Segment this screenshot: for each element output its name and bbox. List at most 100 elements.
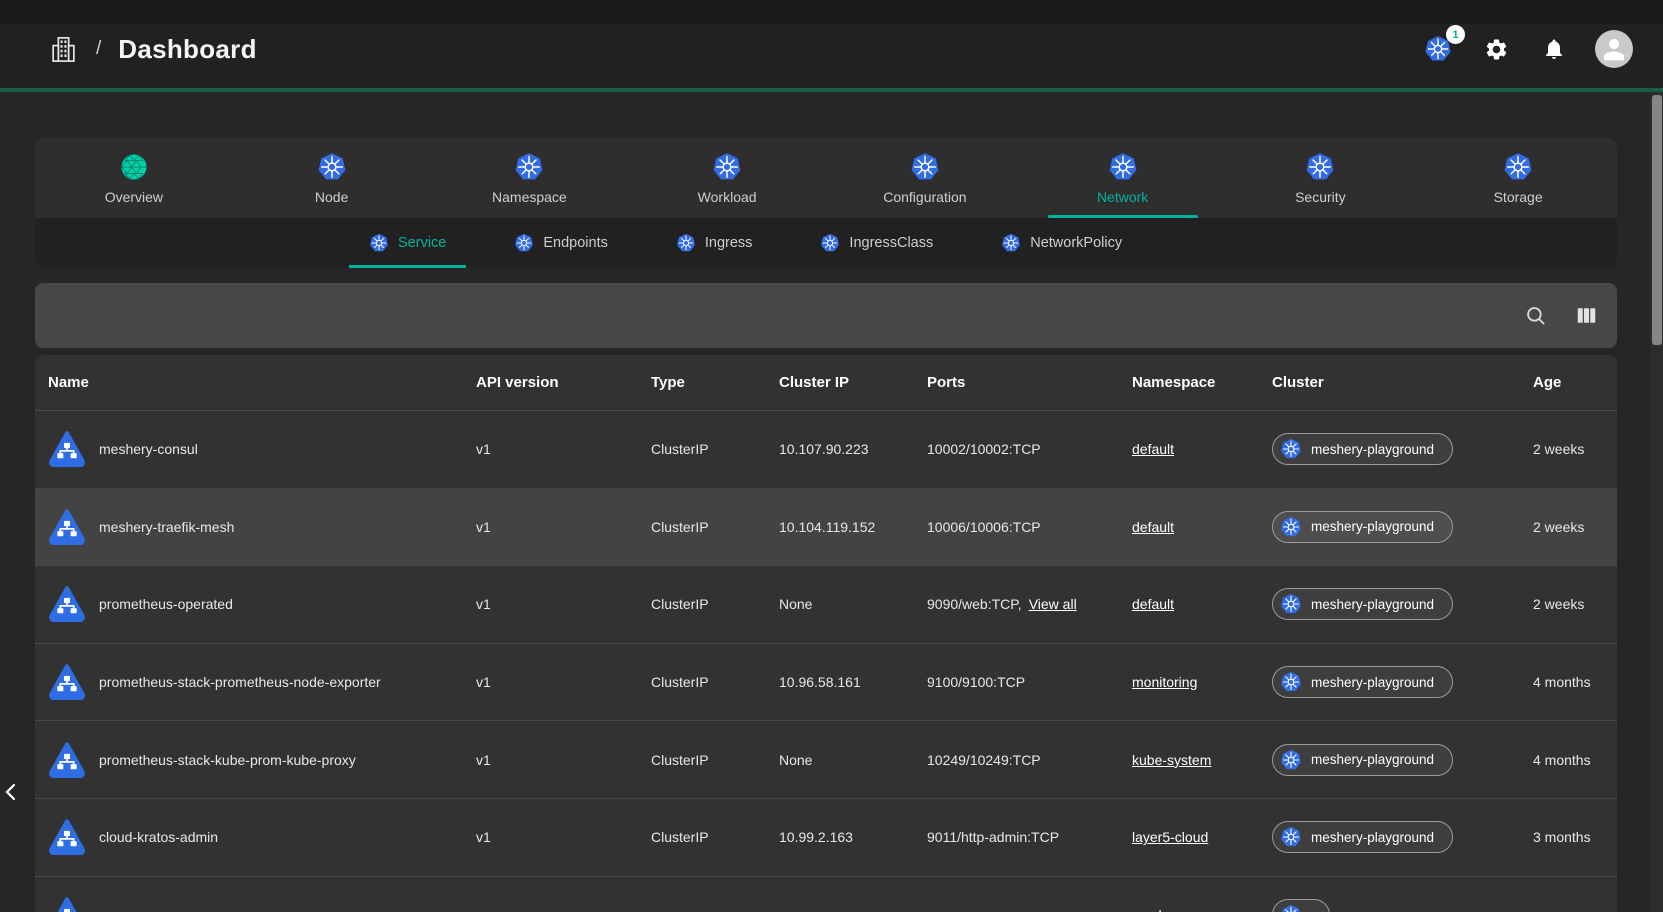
column-header-name[interactable]: Name [48,374,476,391]
view-all-ports-link[interactable]: View all [1029,596,1077,612]
scrollbar-thumb[interactable] [1652,95,1662,345]
column-header-cluster-ip[interactable]: Cluster IP [779,374,927,391]
age-cell: 2 weeks [1533,519,1617,535]
kubernetes-icon [1280,671,1302,693]
cluster-chip[interactable]: meshery-playground [1272,821,1453,853]
service-name-cell[interactable]: meshery-traefik-mesh [48,507,476,547]
service-icon [48,817,86,855]
kubernetes-icon [676,233,696,253]
search-button[interactable] [1521,301,1551,331]
column-header-cluster[interactable]: Cluster [1272,374,1533,391]
service-name: prometheus-stack-kube-prom-kube-proxy [99,752,356,768]
resource-tab-storage[interactable]: Storage [1419,138,1617,218]
age-cell: 2 weeks [1533,596,1617,612]
subtab-ingress[interactable]: Ingress [642,218,787,268]
resource-tab-label: Security [1295,189,1346,205]
column-header-namespace[interactable]: Namespace [1132,374,1272,391]
subtab-service[interactable]: Service [335,218,480,268]
table-row-prometheus-stack-kube-prom-kube-proxy[interactable]: prometheus-stack-kube-prom-kube-proxy v1… [35,721,1617,799]
cluster-name: meshery-playground [1311,597,1434,612]
cluster-chip[interactable]: meshery-playground [1272,588,1453,620]
table-row-prometheus-stack-prometheus-node-exporter[interactable]: prometheus-stack-prometheus-node-exporte… [35,644,1617,722]
table-toolbar [35,283,1617,348]
service-name: meshery-traefik-mesh [99,519,234,535]
table-row-meshery-consul[interactable]: meshery-consul v1 ClusterIP 10.107.90.22… [35,411,1617,489]
cluster-cell: meshery-playground [1272,821,1533,853]
kubernetes-icon [1280,438,1302,460]
cluster-chip[interactable]: meshery-playground [1272,511,1453,543]
column-header-ports[interactable]: Ports [927,374,1132,391]
subtab-networkpolicy[interactable]: NetworkPolicy [967,218,1156,268]
api-version-cell: v1 [476,519,651,535]
namespace-link[interactable]: monitoring [1132,674,1197,690]
resource-tab-security[interactable]: Security [1222,138,1420,218]
collapse-drawer-button[interactable] [2,778,24,806]
namespace-link[interactable]: layer5-cloud [1132,829,1208,845]
resource-tab-overview[interactable]: Overview [35,138,233,218]
cluster-ip-cell: 10.104.119.152 [779,519,927,535]
service-name-cell[interactable] [48,895,476,912]
page-title: Dashboard [118,34,257,65]
table-row-meshery-traefik-mesh[interactable]: meshery-traefik-mesh v1 ClusterIP 10.104… [35,489,1617,567]
chevron-left-icon [2,780,22,804]
subtab-endpoints[interactable]: Endpoints [480,218,642,268]
resource-tab-network[interactable]: Network [1024,138,1222,218]
column-header-age[interactable]: Age [1533,374,1617,391]
type-cell: ClusterIP [651,674,779,690]
service-name-cell[interactable]: prometheus-operated [48,584,476,624]
resource-tab-node[interactable]: Node [233,138,431,218]
resource-tab-label: Storage [1494,189,1543,205]
cluster-connection-button[interactable]: 1 [1421,32,1455,66]
cluster-chip[interactable]: meshery-playground [1272,666,1453,698]
kubernetes-icon [1503,152,1533,182]
ports-cell: 9090/web:TCP, View all [927,596,1132,612]
service-name-cell[interactable]: prometheus-stack-prometheus-node-exporte… [48,662,476,702]
resource-tab-configuration[interactable]: Configuration [826,138,1024,218]
age-cell: 2 weeks [1533,441,1617,457]
cluster-chip[interactable]: meshery-playground [1272,744,1453,776]
column-header-api-version[interactable]: API version [476,374,651,391]
namespace-link[interactable]: default [1132,519,1174,535]
cluster-chip[interactable]: meshery-playground [1272,433,1453,465]
service-name-cell[interactable]: cloud-kratos-admin [48,817,476,857]
cluster-chip[interactable] [1272,899,1330,912]
resource-tab-label: Configuration [883,189,966,205]
type-cell: ClusterIP [651,519,779,535]
column-header-type[interactable]: Type [651,374,779,391]
table-row-prometheus-operated[interactable]: prometheus-operated v1 ClusterIP None 90… [35,566,1617,644]
table-row-partial[interactable]: meshery [35,877,1617,912]
service-name-cell[interactable]: prometheus-stack-kube-prom-kube-proxy [48,740,476,780]
resource-tab-namespace[interactable]: Namespace [431,138,629,218]
resource-tab-label: Namespace [492,189,567,205]
age-cell: 3 months [1533,829,1617,845]
service-name-cell[interactable]: meshery-consul [48,429,476,469]
type-cell: ClusterIP [651,441,779,457]
cluster-cell: meshery-playground [1272,666,1533,698]
cluster-name: meshery-playground [1311,519,1434,534]
cluster-ip-cell: None [779,596,927,612]
resource-tab-workload[interactable]: Workload [628,138,826,218]
user-avatar[interactable] [1595,30,1633,68]
resource-tab-label: Overview [105,189,163,205]
table-row-cloud-kratos-admin[interactable]: cloud-kratos-admin v1 ClusterIP 10.99.2.… [35,799,1617,877]
org-building-icon[interactable] [48,34,79,65]
header-accent-divider [0,88,1663,92]
notifications-button[interactable] [1537,32,1571,66]
gear-icon [1484,37,1509,62]
namespace-link[interactable]: meshery [1132,907,1186,912]
namespace-link[interactable]: kube-system [1132,752,1211,768]
cluster-cell: meshery-playground [1272,511,1533,543]
namespace-cell: layer5-cloud [1132,829,1272,845]
subtab-ingressclass[interactable]: IngressClass [786,218,967,268]
view-columns-button[interactable] [1571,301,1601,331]
page-scrollbar[interactable] [1650,92,1663,912]
service-icon [48,740,86,778]
settings-button[interactable] [1479,32,1513,66]
resource-tab-label: Node [315,189,348,205]
namespace-link[interactable]: default [1132,441,1174,457]
cluster-ip-cell: 10.96.58.161 [779,674,927,690]
kubernetes-icon [1280,516,1302,538]
namespace-link[interactable]: default [1132,596,1174,612]
kubernetes-icon [1001,233,1021,253]
service-name: cloud-kratos-admin [99,829,218,845]
